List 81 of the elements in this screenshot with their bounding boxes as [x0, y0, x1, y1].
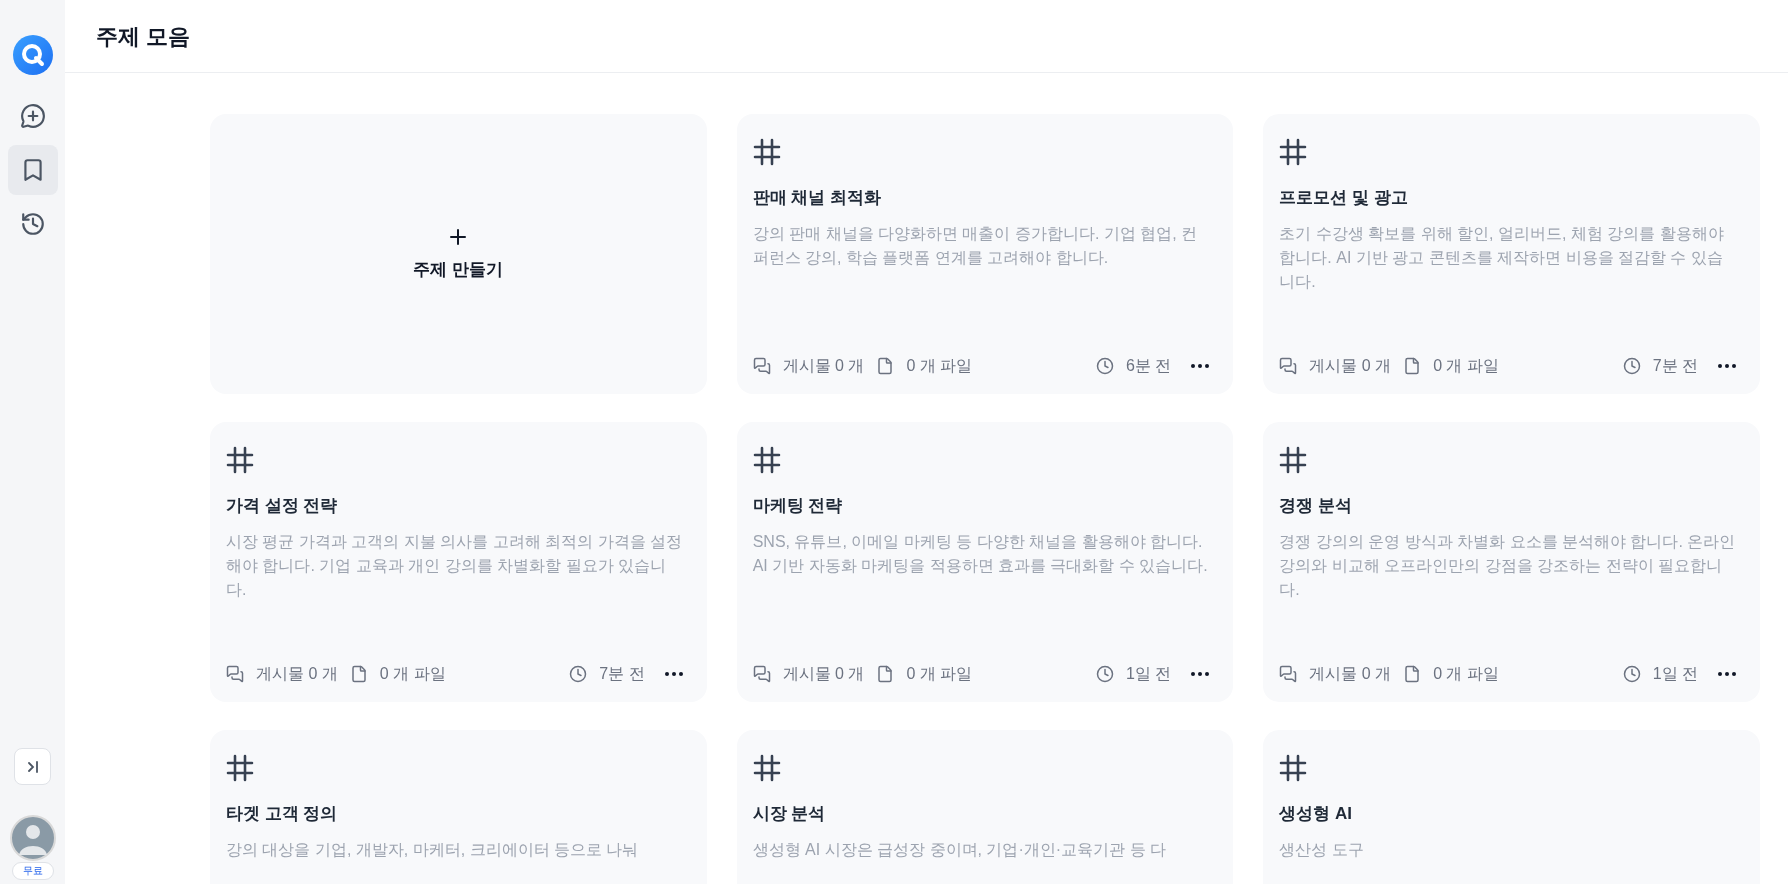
- chat-icon: [1279, 665, 1298, 683]
- more-icon: [1191, 672, 1210, 676]
- post-count: 게시물 0 개: [782, 356, 865, 376]
- post-count: 게시물 0 개: [256, 664, 338, 684]
- updated-time: 1일 전: [1652, 664, 1698, 684]
- page-title: 주제 모음: [96, 22, 191, 51]
- file-icon: [1403, 665, 1422, 683]
- hash-icon: [752, 446, 781, 474]
- topic-card[interactable]: 경쟁 분석 경쟁 강의의 운영 방식과 차별화 요소를 분석해야 합니다. 온라인 강의와 비교해 오프라인만의 강점을 강조하는 전략이 필요합니다. 게시물 0 개 0 개 파일 1일 전: [1263, 422, 1760, 702]
- topic-description: 초기 수강생 확보를 위해 할인, 얼리버드, 체험 강의를 활용해야 합니다. AI 기반 광고 콘텐츠를 제작하면 비용을 절감할 수 있습니다.: [1279, 224, 1725, 292]
- post-count: 게시물 0 개: [1309, 664, 1392, 684]
- clock-icon: [1096, 357, 1114, 375]
- topic-card[interactable]: 마케팅 전략 SNS, 유튜브, 이메일 마케팅 등 다양한 채널을 활용해야 합니다. AI 기반 자동화 마케팅을 적용하면 효과를 극대화할 수 있습니다. 게시물 0 개 0 개 파일 1일 전: [736, 422, 1234, 702]
- chat-icon: [226, 665, 244, 683]
- hash-icon: [1279, 446, 1308, 474]
- topic-title: 시장 분석: [752, 803, 827, 825]
- topic-card[interactable]: 가격 설정 전략 시장 평균 가격과 고객의 지불 의사를 고려해 최적의 가격을 설정해야 합니다. 기업 교육과 개인 강의를 차별화할 필요가 있습니다. 게시물 0 개 0 개 파일 7분 전: [210, 422, 707, 702]
- file-count: 0 개 파일: [1433, 664, 1499, 684]
- clock-icon: [1622, 665, 1641, 683]
- updated-time: 1일 전: [1126, 664, 1172, 684]
- updated-time: 7분 전: [1652, 356, 1698, 376]
- topic-card[interactable]: 타겟 고객 정의 강의 대상을 기업, 개발자, 마케터, 크리에이터 등으로 나눠: [210, 730, 707, 884]
- file-count: 0 개 파일: [1433, 356, 1499, 376]
- avatar[interactable]: [9, 815, 56, 861]
- chat-icon: [752, 665, 771, 683]
- hash-icon: [752, 754, 781, 782]
- post-count: 게시물 0 개: [782, 664, 865, 684]
- topic-description: 생산성 도구: [1279, 840, 1365, 860]
- topic-description: SNS, 유튜브, 이메일 마케팅 등 다양한 채널을 활용해야 합니다. AI 기반 자동화 마케팅을 적용하면 효과를 극대화할 수 있습니다.: [752, 532, 1209, 576]
- more-icon: [1191, 364, 1210, 368]
- file-icon: [876, 357, 895, 375]
- chat-plus-icon: [19, 103, 46, 129]
- file-count: 0 개 파일: [379, 664, 446, 684]
- updated-time: 6분 전: [1126, 356, 1172, 376]
- more-button[interactable]: [1191, 364, 1210, 368]
- topic-title: 프로모션 및 광고: [1279, 187, 1409, 209]
- logo-icon: [12, 35, 53, 75]
- hash-icon: [752, 138, 781, 166]
- topic-description: 강의 판매 채널을 다양화하면 매출이 증가합니다. 기업 협업, 컨퍼런스 강의, 학습 플랫폼 연계를 고려해야 합니다.: [752, 224, 1199, 268]
- topic-card[interactable]: 프로모션 및 광고 초기 수강생 확보를 위해 할인, 얼리버드, 체험 강의를 활용해야 합니다. AI 기반 광고 콘텐츠를 제작하면 비용을 절감할 수 있습니다. 게시물 0 개 0 개 파일 7분 전: [1263, 114, 1760, 394]
- topic-description: 강의 대상을 기업, 개발자, 마케터, 크리에이터 등으로 나눠: [226, 840, 640, 860]
- chat-icon: [1279, 357, 1298, 375]
- topic-title: 가격 설정 전략: [226, 495, 339, 517]
- hash-icon: [226, 446, 254, 474]
- topic-card[interactable]: 판매 채널 최적화 강의 판매 채널을 다양화하면 매출이 증가합니다. 기업 협업, 컨퍼런스 강의, 학습 플랫폼 연계를 고려해야 합니다. 게시물 0 개 0 개 파일 6분 전: [736, 114, 1234, 394]
- topic-card[interactable]: 시장 분석 생성형 AI 시장은 급성장 중이며, 기업·개인·교육기관 등 다: [736, 730, 1234, 884]
- hash-icon: [226, 754, 254, 782]
- updated-time: 7분 전: [599, 664, 645, 684]
- more-icon: [664, 672, 683, 676]
- clock-icon: [1622, 357, 1641, 375]
- topic-card[interactable]: 생성형 AI 생산성 도구: [1263, 730, 1760, 884]
- topic-title: 타겟 고객 정의: [226, 803, 339, 825]
- topic-title: 생성형 AI: [1279, 803, 1354, 825]
- topic-description: 시장 평균 가격과 고객의 지불 의사를 고려해 최적의 가격을 설정해야 합니다. 기업 교육과 개인 강의를 차별화할 필요가 있습니다.: [226, 532, 683, 600]
- create-topic-card[interactable]: 주제 만들기: [210, 114, 707, 394]
- history-icon: [19, 211, 46, 237]
- hash-icon: [1279, 754, 1308, 782]
- topic-title: 경쟁 분석: [1279, 495, 1354, 517]
- file-icon: [1403, 357, 1422, 375]
- hash-icon: [1279, 138, 1308, 166]
- file-icon: [876, 665, 895, 683]
- topic-description: 경쟁 강의의 운영 방식과 차별화 요소를 분석해야 합니다. 온라인 강의와 비교해 오프라인만의 강점을 강조하는 전략이 필요합니다.: [1279, 532, 1737, 600]
- expand-sidebar-button[interactable]: [14, 748, 51, 785]
- topic-title: 마케팅 전략: [752, 495, 844, 517]
- more-button[interactable]: [1718, 364, 1736, 368]
- file-count: 0 개 파일: [906, 664, 973, 684]
- more-button[interactable]: [1191, 672, 1210, 676]
- plan-badge: 무료: [11, 862, 54, 880]
- chat-icon: [752, 357, 771, 375]
- more-button[interactable]: [664, 672, 683, 676]
- file-count: 0 개 파일: [906, 356, 973, 376]
- more-icon: [1718, 364, 1736, 368]
- more-icon: [1718, 672, 1736, 676]
- more-button[interactable]: [1718, 672, 1736, 676]
- file-icon: [349, 665, 368, 683]
- clock-icon: [569, 665, 588, 683]
- nav-button[interactable]: [7, 145, 58, 195]
- topic-title: 판매 채널 최적화: [752, 187, 883, 209]
- topic-description: 생성형 AI 시장은 급성장 중이며, 기업·개인·교육기관 등 다: [752, 840, 1167, 860]
- clock-icon: [1096, 665, 1114, 683]
- post-count: 게시물 0 개: [1309, 356, 1392, 376]
